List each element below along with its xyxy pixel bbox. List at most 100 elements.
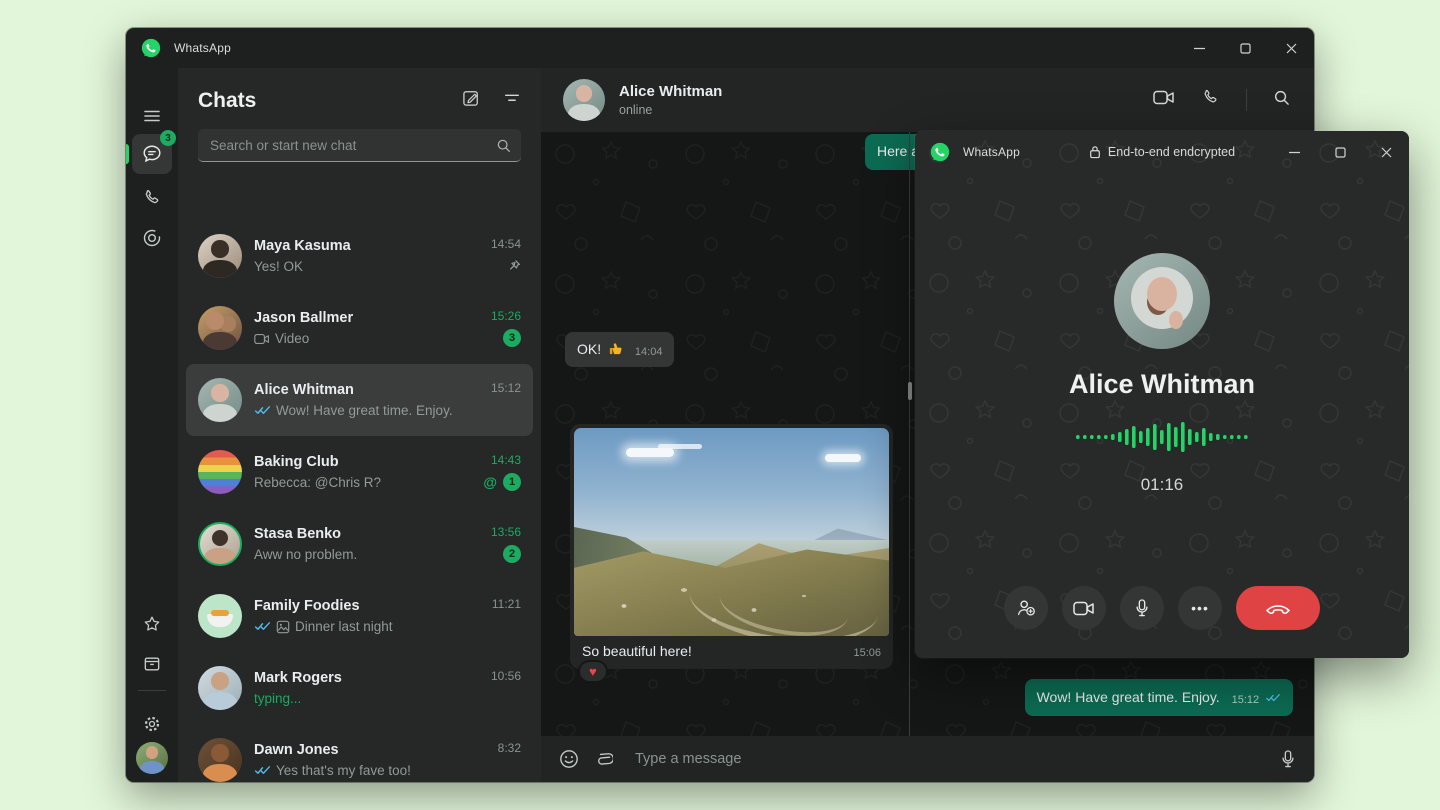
hamburger-icon — [142, 106, 162, 126]
read-ticks-icon — [1265, 693, 1281, 703]
toggle-video-button[interactable] — [1062, 586, 1106, 630]
chat-item-dawn-jones[interactable]: Dawn Jones Yes that's my fave too! 8:32 — [186, 724, 533, 782]
sidebar-item-status[interactable] — [132, 218, 172, 258]
main-window-title: WhatsApp — [174, 41, 231, 55]
attach-button[interactable] — [595, 749, 613, 769]
chat-list: Maya Kasuma Yes! OK 14:54 Jason Ballmer — [178, 220, 541, 782]
new-chat-icon — [461, 88, 481, 108]
unread-badge: 2 — [503, 545, 521, 563]
photo-caption: So beautiful here! — [582, 642, 853, 660]
chat-item-baking-club[interactable]: Baking Club Rebecca: @Chris R? 14:43 @ 1 — [186, 436, 533, 508]
chat-search-input[interactable] — [210, 138, 496, 153]
chat-search-bar[interactable] — [198, 129, 521, 162]
avatar — [198, 450, 242, 494]
chat-item-maya-kasuma[interactable]: Maya Kasuma Yes! OK 14:54 — [186, 220, 533, 292]
profile-avatar[interactable] — [136, 742, 168, 774]
filter-chats-button[interactable] — [503, 89, 521, 112]
new-chat-button[interactable] — [461, 88, 481, 113]
chats-panel: Chats Maya Kasuma Yes! OK — [178, 68, 541, 782]
peer-avatar[interactable] — [563, 79, 605, 121]
add-person-icon — [1015, 597, 1037, 619]
scrollbar-thumb[interactable] — [908, 382, 912, 400]
chat-preview: Wow! Have great time. Enjoy. — [276, 403, 453, 418]
message-input[interactable] — [635, 751, 1264, 767]
avatar — [198, 378, 242, 422]
whatsapp-logo-icon — [140, 37, 162, 59]
chat-time: 14:43 — [491, 453, 521, 467]
filter-icon — [503, 89, 521, 107]
more-dots-icon: ••• — [1191, 600, 1209, 616]
chats-title: Chats — [198, 89, 439, 113]
chat-item-jason-ballmer[interactable]: Jason Ballmer Video 15:26 3 — [186, 292, 533, 364]
call-window-title: WhatsApp — [963, 145, 1020, 159]
scrollbar-track[interactable] — [909, 132, 910, 736]
voice-call-button[interactable] — [1201, 88, 1220, 112]
chat-item-family-foodies[interactable]: Family Foodies Dinner last night 11:21 — [186, 580, 533, 652]
whatsapp-call-window: WhatsApp End-to-end endcrypted Alice Whi… — [915, 131, 1409, 658]
status-icon — [142, 228, 162, 248]
call-controls: ••• — [1004, 586, 1320, 630]
sidebar-item-calls[interactable] — [132, 178, 172, 218]
sidebar-item-archived[interactable] — [132, 644, 172, 684]
heart-reaction[interactable]: ♥ — [578, 660, 608, 683]
chat-preview: Yes that's my fave too! — [276, 763, 411, 778]
toggle-mic-button[interactable] — [1120, 586, 1164, 630]
chat-name: Maya Kasuma — [254, 238, 483, 254]
microphone-icon — [1134, 598, 1150, 618]
message-composer[interactable] — [541, 736, 1314, 782]
avatar — [198, 666, 242, 710]
chat-preview-typing: typing... — [254, 691, 301, 706]
message-text: Here a — [877, 143, 919, 159]
incoming-message-ok[interactable]: OK! 14:04 — [565, 332, 674, 367]
chat-name: Mark Rogers — [254, 670, 483, 686]
conversation-header[interactable]: Alice Whitman online — [541, 68, 1314, 132]
add-participant-button[interactable] — [1004, 586, 1048, 630]
video-call-icon — [254, 333, 270, 345]
chat-name: Stasa Benko — [254, 526, 483, 542]
phone-icon — [142, 188, 162, 208]
call-minimize-button[interactable] — [1271, 131, 1317, 173]
photo-thumbnail[interactable] — [574, 428, 889, 636]
call-titlebar[interactable]: WhatsApp End-to-end endcrypted — [915, 131, 1409, 173]
message-time: 14:04 — [635, 346, 663, 358]
chat-time: 11:21 — [492, 597, 521, 611]
chat-preview: Aww no problem. — [254, 547, 357, 562]
chat-item-alice-whitman[interactable]: Alice Whitman Wow! Have great time. Enjo… — [186, 364, 533, 436]
photo-cloud — [825, 454, 861, 462]
call-maximize-button[interactable] — [1317, 131, 1363, 173]
maximize-button[interactable] — [1222, 28, 1268, 68]
minimize-button[interactable] — [1176, 28, 1222, 68]
video-camera-icon — [1073, 601, 1095, 616]
sidebar-item-starred[interactable] — [132, 604, 172, 644]
search-in-chat-button[interactable] — [1273, 89, 1290, 111]
chat-name: Jason Ballmer — [254, 310, 483, 326]
archive-icon — [142, 654, 162, 674]
photo-icon — [276, 620, 290, 634]
call-close-button[interactable] — [1363, 131, 1409, 173]
read-ticks-icon — [254, 405, 271, 416]
callee-avatar — [1114, 253, 1210, 349]
peer-status: online — [619, 103, 1153, 117]
chat-name: Family Foodies — [254, 598, 484, 614]
main-titlebar[interactable]: WhatsApp — [126, 28, 1314, 68]
outgoing-message-wow[interactable]: Wow! Have great time. Enjoy. 15:12 — [1025, 679, 1293, 716]
chat-item-mark-rogers[interactable]: Mark Rogers typing... 10:56 — [186, 652, 533, 724]
message-text: OK! — [577, 341, 601, 357]
chat-item-stasa-benko[interactable]: Stasa Benko Aww no problem. 13:56 2 — [186, 508, 533, 580]
voice-record-button[interactable] — [1280, 749, 1296, 769]
end-call-button[interactable] — [1236, 586, 1320, 630]
emoji-button[interactable] — [559, 749, 579, 769]
chat-name: Baking Club — [254, 454, 475, 470]
video-call-button[interactable] — [1153, 90, 1175, 110]
avatar — [198, 522, 242, 566]
sidebar-item-chats[interactable]: 3 — [132, 134, 172, 174]
chats-icon — [141, 143, 163, 165]
chat-preview: Dinner last night — [295, 619, 393, 634]
more-options-button[interactable]: ••• — [1178, 586, 1222, 630]
thumbs-up-emoji — [608, 341, 623, 356]
incoming-photo-message[interactable]: So beautiful here! 15:06 — [570, 424, 893, 669]
sidebar-item-settings[interactable] — [132, 704, 172, 744]
chat-time: 15:26 — [491, 309, 521, 323]
close-button[interactable] — [1268, 28, 1314, 68]
call-duration: 01:16 — [915, 475, 1409, 495]
